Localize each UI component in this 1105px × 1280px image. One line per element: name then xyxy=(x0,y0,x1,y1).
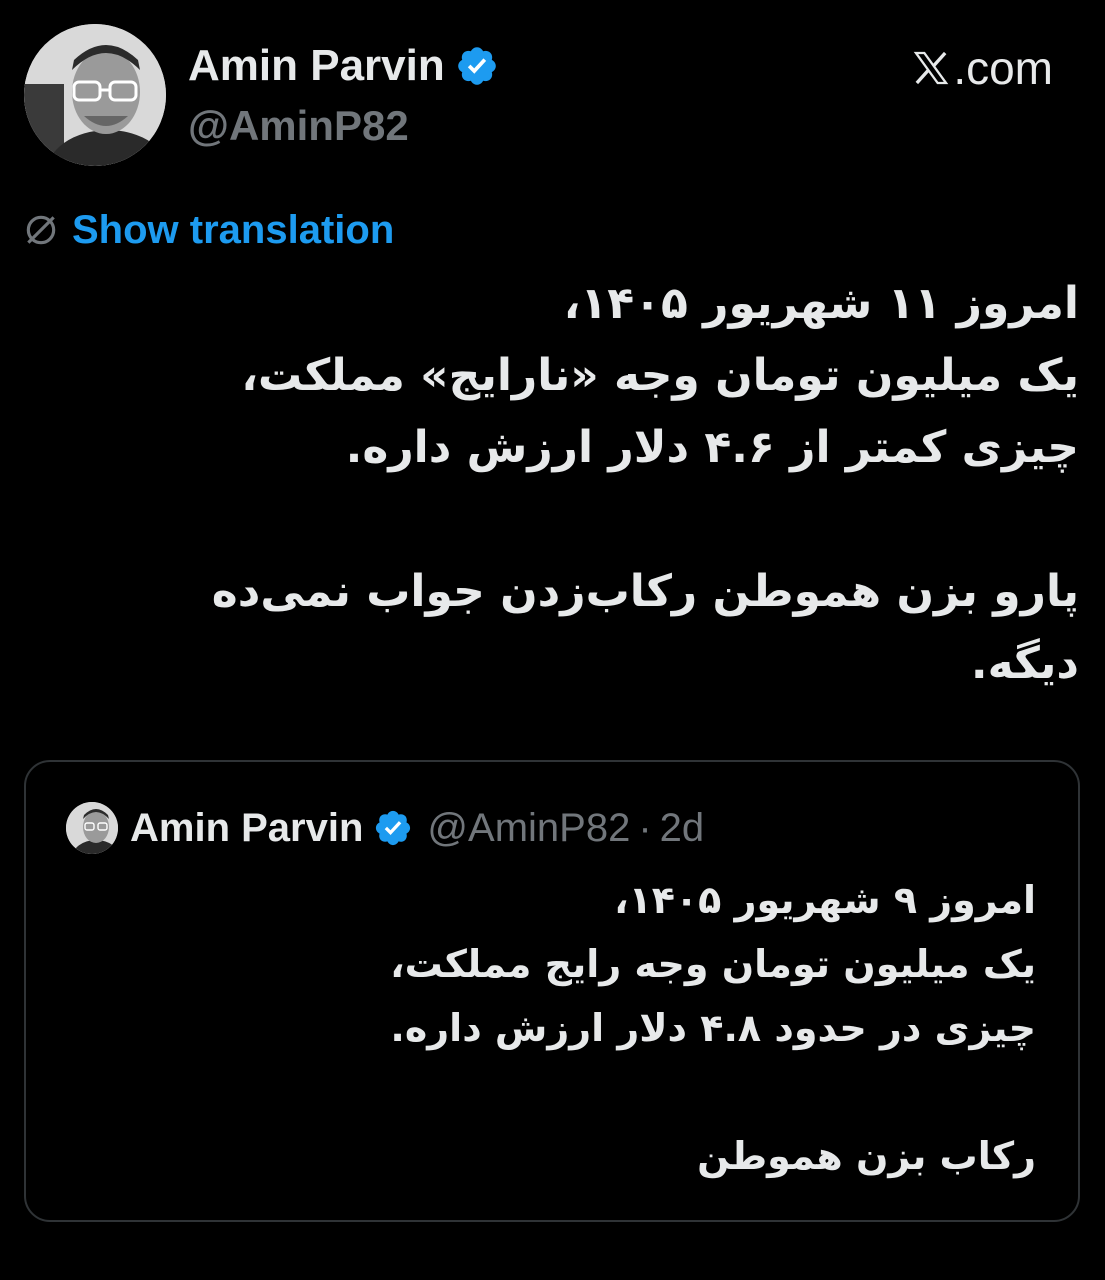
x-logo-icon xyxy=(911,48,951,88)
site-label: .com xyxy=(911,38,1053,98)
quoted-author-display-name[interactable]: Amin Parvin xyxy=(130,800,363,856)
show-translation-row[interactable]: Show translation xyxy=(22,204,394,256)
verified-badge-icon xyxy=(455,44,499,88)
tweet-header: Amin Parvin @AminP82 .com xyxy=(0,0,1105,180)
quoted-tweet-card[interactable]: Amin Parvin @AminP82 · 2d امروز ۹ شهریور… xyxy=(24,760,1080,1222)
separator-dot: · xyxy=(638,806,652,850)
show-translation-link[interactable]: Show translation xyxy=(72,204,394,256)
quoted-author-avatar[interactable] xyxy=(66,802,118,854)
tweet-body-text: امروز ۱۱ شهریور ۱۴۰۵، یک میلیون تومان وج… xyxy=(211,278,1079,689)
author-name-row: Amin Parvin xyxy=(188,36,499,96)
quoted-tweet-body-text: امروز ۹ شهریور ۱۴۰۵، یک میلیون تومان وجه… xyxy=(390,878,1036,1178)
site-domain-text: .com xyxy=(953,42,1053,94)
globe-icon xyxy=(22,211,60,249)
quoted-tweet-timestamp[interactable]: 2d xyxy=(660,800,705,856)
quoted-profile-photo-icon xyxy=(66,802,118,854)
profile-photo-icon xyxy=(24,24,166,166)
quoted-author-handle[interactable]: @AminP82 xyxy=(427,800,630,856)
verified-badge-icon xyxy=(373,808,413,848)
author-handle[interactable]: @AminP82 xyxy=(188,96,409,156)
quoted-tweet-header: Amin Parvin @AminP82 · 2d xyxy=(66,800,704,856)
author-display-name[interactable]: Amin Parvin xyxy=(188,36,445,96)
author-avatar[interactable] xyxy=(24,24,166,166)
